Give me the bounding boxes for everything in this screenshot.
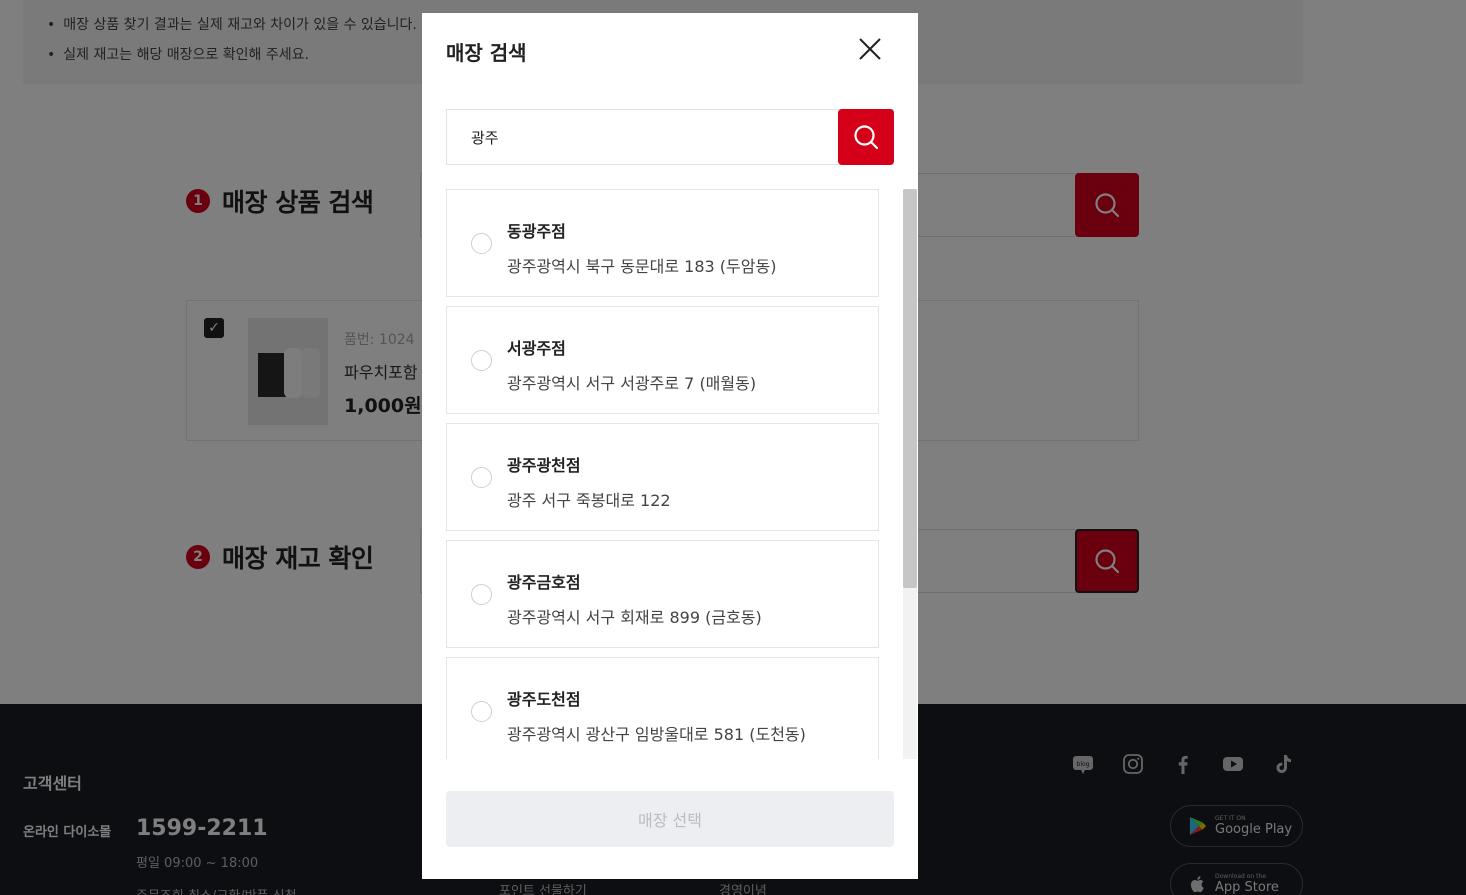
store-search-submit-button[interactable]	[838, 109, 894, 165]
store-name: 광주광천점	[507, 456, 581, 475]
store-radio[interactable]	[471, 233, 492, 254]
store-radio[interactable]	[471, 584, 492, 605]
store-name: 광주금호점	[507, 573, 581, 592]
store-result-item[interactable]: 광주광천점 광주 서구 죽봉대로 122	[446, 423, 879, 531]
result-scrollbar[interactable]	[903, 189, 917, 759]
store-name: 동광주점	[507, 222, 566, 241]
store-address: 광주광역시 서구 서광주로 7 (매월동)	[507, 374, 757, 393]
store-result-list: 동광주점 광주광역시 북구 동문대로 183 (두암동) 서광주점 광주광역시 …	[446, 189, 879, 759]
store-result-item[interactable]: 동광주점 광주광역시 북구 동문대로 183 (두암동)	[446, 189, 879, 297]
store-search-box	[446, 109, 894, 165]
store-address: 광주 서구 죽봉대로 122	[507, 491, 671, 510]
store-radio[interactable]	[471, 701, 492, 722]
store-name: 서광주점	[507, 339, 566, 358]
store-radio[interactable]	[471, 350, 492, 371]
store-address: 광주광역시 광산구 임방울대로 581 (도천동)	[507, 725, 806, 744]
store-address: 광주광역시 서구 회재로 899 (금호동)	[507, 608, 762, 627]
store-name: 광주도천점	[507, 690, 581, 709]
search-icon	[854, 125, 879, 150]
scrollbar-thumb[interactable]	[903, 189, 917, 588]
store-search-modal: 매장 검색 동광주점 광주광역시 북구 동문대로 183 (두암동) 서광주점 …	[422, 13, 918, 879]
store-result-item[interactable]: 서광주점 광주광역시 서구 서광주로 7 (매월동)	[446, 306, 879, 414]
store-result-item[interactable]: 광주금호점 광주광역시 서구 회재로 899 (금호동)	[446, 540, 879, 648]
store-address: 광주광역시 북구 동문대로 183 (두암동)	[507, 257, 777, 276]
close-icon	[859, 38, 881, 60]
close-button[interactable]	[856, 35, 884, 63]
modal-title: 매장 검색	[446, 41, 527, 65]
store-radio[interactable]	[471, 467, 492, 488]
store-result-item[interactable]: 광주도천점 광주광역시 광산구 임방울대로 581 (도천동)	[446, 657, 879, 759]
select-store-button[interactable]: 매장 선택	[446, 791, 894, 847]
store-search-field[interactable]	[447, 110, 838, 164]
